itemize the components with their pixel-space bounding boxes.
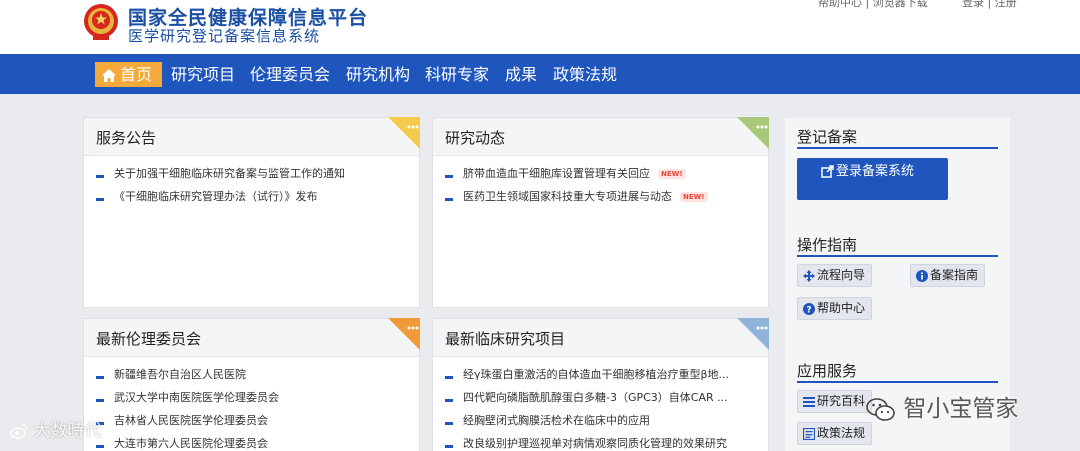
bullet-icon xyxy=(96,175,104,178)
list-item[interactable]: 吉林省人民医院医学伦理委员会 xyxy=(96,413,409,436)
watermark-left: 大数時代 xyxy=(10,416,101,441)
bullet-icon xyxy=(445,376,453,379)
notice-panel-header: 服务公告 xyxy=(84,118,419,156)
bullet-icon xyxy=(96,399,104,402)
login-register-system-button[interactable]: 登录备案系统 xyxy=(797,158,948,200)
list-item[interactable]: 四代靶向磷脂酰肌醇蛋白多糖-3（GPC3）自体CAR ... xyxy=(445,390,758,413)
bullet-icon xyxy=(445,399,453,402)
list-item[interactable]: 经γ珠蛋白重激活的自体造血干细胞移植治疗重型β地... xyxy=(445,367,758,390)
help-center-button[interactable]: ? 帮助中心 xyxy=(797,297,873,320)
list-icon xyxy=(803,396,815,407)
news-panel-header: 研究动态 xyxy=(433,118,768,156)
weibo-logo-icon xyxy=(10,424,27,439)
bullet-icon xyxy=(445,422,453,425)
main-nav: 首页 研究项目 伦理委员会 研究机构 科研专家 成果 政策法规 xyxy=(0,54,1080,94)
news-list: 脐带血造血干细胞库设置管理有关回应 NEW! 医药卫生领域国家科技重大专项进展与动… xyxy=(445,166,758,212)
projects-list: 经γ珠蛋白重激活的自体造血干细胞移植治疗重型β地... 四代靶向磷脂酰肌醇蛋白多… xyxy=(445,367,758,451)
list-item[interactable]: 大连市第六人民医院伦理委员会 xyxy=(96,436,409,451)
watermark-right: 智小宝管家 xyxy=(866,389,1018,423)
projects-panel-header: 最新临床研究项目 xyxy=(433,319,768,357)
more-corner-icon[interactable] xyxy=(737,117,769,149)
top-link-login[interactable]: 登录 | 注册 xyxy=(962,0,1017,10)
question-icon: ? xyxy=(803,302,815,315)
divider xyxy=(797,381,998,383)
list-item[interactable]: 经胸壁闭式胸膜活检术在临床中的应用 xyxy=(445,413,758,436)
list-item[interactable]: 关于加强干细胞临床研究备案与监管工作的通知 xyxy=(96,166,409,189)
ethics-panel: 最新伦理委员会 新疆维吾尔自治区人民医院 武汉大学中南医院医学伦理委员会 吉林省… xyxy=(83,318,420,451)
top-link-help[interactable]: 帮助中心 | 浏览器下载 xyxy=(818,0,928,10)
move-arrows-icon xyxy=(803,269,815,282)
home-icon xyxy=(102,69,116,82)
bullet-icon xyxy=(96,445,104,448)
bullet-icon xyxy=(445,175,453,178)
news-panel-title: 研究动态 xyxy=(445,129,506,147)
ethics-panel-header: 最新伦理委员会 xyxy=(84,319,419,357)
policy-regulations-button[interactable]: 政策法规 xyxy=(797,422,873,445)
nav-ethics-committee[interactable]: 伦理委员会 xyxy=(250,62,330,87)
wechat-logo-icon xyxy=(866,397,895,421)
list-item[interactable]: 改良级别护理巡视单对病情观察同质化管理的效果研究 xyxy=(445,436,758,451)
list-item[interactable]: 《干细胞临床研究管理办法（试行）》发布 xyxy=(96,189,409,212)
site-header: 国家全民健康保障信息平台 医学研究登记备案信息系统 帮助中心 | 浏览器下载 登… xyxy=(0,0,1080,54)
nav-home-label: 首页 xyxy=(120,65,153,84)
list-item[interactable]: 新疆维吾尔自治区人民医院 xyxy=(96,367,409,390)
external-link-icon xyxy=(821,165,834,178)
bullet-icon xyxy=(96,376,104,379)
nav-policy[interactable]: 政策法规 xyxy=(553,62,617,87)
apps-section-title: 应用服务 xyxy=(797,362,858,380)
svg-text:?: ? xyxy=(806,305,811,315)
nav-research-experts[interactable]: 科研专家 xyxy=(425,62,489,87)
projects-panel-title: 最新临床研究项目 xyxy=(445,330,566,348)
more-corner-icon[interactable] xyxy=(388,117,420,149)
new-badge: NEW! xyxy=(680,192,708,202)
notice-list: 关于加强干细胞临床研究备案与监管工作的通知 《干细胞临床研究管理办法（试行）》发… xyxy=(96,166,409,212)
nav-research-projects[interactable]: 研究项目 xyxy=(171,62,235,87)
national-emblem-icon xyxy=(84,4,118,40)
more-corner-icon[interactable] xyxy=(737,318,769,350)
bullet-icon xyxy=(445,445,453,448)
bullet-icon xyxy=(445,198,453,201)
bullet-icon xyxy=(96,198,104,201)
nav-research-institutions[interactable]: 研究机构 xyxy=(346,62,410,87)
projects-panel: 最新临床研究项目 经γ珠蛋白重激活的自体造血干细胞移植治疗重型β地... 四代靶… xyxy=(432,318,769,451)
list-item[interactable]: 医药卫生领域国家科技重大专项进展与动态 NEW! xyxy=(445,189,758,212)
info-icon xyxy=(916,269,928,282)
system-subtitle: 医学研究登记备案信息系统 xyxy=(128,27,321,45)
process-guide-button[interactable]: 流程向导 xyxy=(797,264,873,287)
notice-panel: 服务公告 关于加强干细胞临床研究备案与监管工作的通知 《干细胞临床研究管理办法（… xyxy=(83,117,420,308)
more-corner-icon[interactable] xyxy=(388,318,420,350)
list-item[interactable]: 武汉大学中南医院医学伦理委员会 xyxy=(96,390,409,413)
login-register-system-label: 登录备案系统 xyxy=(836,164,915,179)
research-encyclopedia-button[interactable]: 研究百科 xyxy=(797,390,873,413)
divider xyxy=(797,255,998,257)
news-panel: 研究动态 脐带血造血干细胞库设置管理有关回应 NEW! 医药卫生领域国家科技重大专… xyxy=(432,117,769,308)
notice-panel-title: 服务公告 xyxy=(96,129,157,147)
new-badge: NEW! xyxy=(658,169,686,179)
nav-home[interactable]: 首页 xyxy=(95,62,162,87)
divider xyxy=(797,147,998,149)
nav-achievements[interactable]: 成果 xyxy=(505,62,537,87)
filing-guide-button[interactable]: 备案指南 xyxy=(910,264,986,287)
document-icon xyxy=(803,427,815,440)
register-section-title: 登记备案 xyxy=(797,128,858,146)
list-item[interactable]: 脐带血造血干细胞库设置管理有关回应 NEW! xyxy=(445,166,758,189)
ethics-panel-title: 最新伦理委员会 xyxy=(96,330,202,348)
ethics-list: 新疆维吾尔自治区人民医院 武汉大学中南医院医学伦理委员会 吉林省人民医院医学伦理… xyxy=(96,367,409,451)
guide-section-title: 操作指南 xyxy=(797,236,858,254)
